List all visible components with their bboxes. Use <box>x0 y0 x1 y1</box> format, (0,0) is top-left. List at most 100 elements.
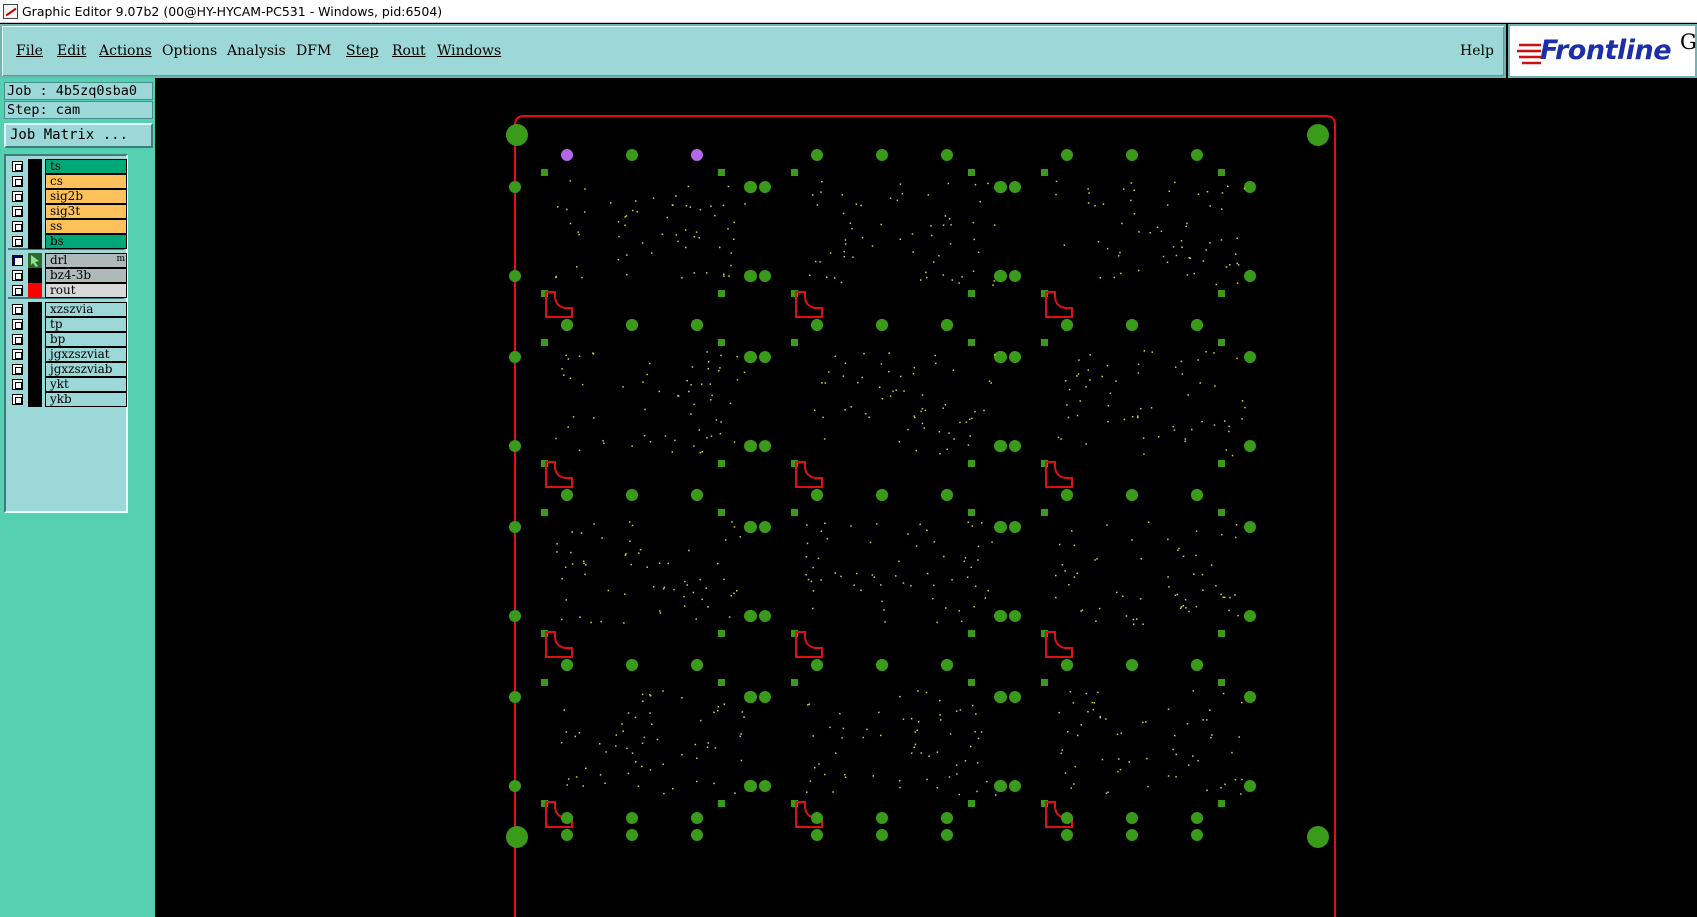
layer-color-swatch[interactable] <box>28 174 42 189</box>
via-dot <box>1107 420 1109 423</box>
layer-color-swatch[interactable] <box>28 332 42 347</box>
layer-checkbox[interactable] <box>12 304 23 315</box>
layer-checkbox[interactable] <box>12 176 23 187</box>
menu-analysis[interactable]: Analysis <box>227 43 286 59</box>
job-name-field: Job : 4b5zq0sba0 <box>4 82 153 100</box>
layer-color-swatch[interactable] <box>28 253 42 268</box>
via-dot <box>1220 593 1222 596</box>
layer-row-jgxzszviab[interactable]: jgxzszviab <box>9 362 127 377</box>
menu-help[interactable]: Help <box>1460 43 1494 59</box>
via-dot <box>1074 765 1077 768</box>
small-pad <box>968 630 975 637</box>
layer-checkbox[interactable] <box>12 161 23 172</box>
layer-color-swatch[interactable] <box>28 302 42 317</box>
small-pad <box>718 800 725 807</box>
layer-row-ss[interactable]: ss <box>9 219 127 234</box>
menu-windows[interactable]: Windows <box>437 43 501 59</box>
layer-name[interactable]: sig3t <box>45 204 127 219</box>
layer-name[interactable]: rout <box>45 283 127 298</box>
layer-checkbox[interactable] <box>12 270 23 281</box>
layer-row-bp[interactable]: bp <box>9 332 127 347</box>
layer-name[interactable]: jgxzszviat <box>45 347 127 362</box>
menu-file[interactable]: File <box>16 43 43 59</box>
pcb-board-view[interactable] <box>155 78 1697 917</box>
layer-name[interactable]: sig2b <box>45 189 127 204</box>
layer-color-swatch[interactable] <box>28 347 42 362</box>
menu-dfm[interactable]: DFM <box>296 43 331 59</box>
layer-color-swatch[interactable] <box>28 283 42 298</box>
layer-checkbox[interactable] <box>12 221 23 232</box>
layer-checkbox[interactable] <box>12 319 23 330</box>
menu-rout[interactable]: Rout <box>392 43 426 59</box>
pad <box>759 270 771 282</box>
layer-checkbox[interactable] <box>12 191 23 202</box>
via-dot <box>602 440 604 442</box>
layer-row-ykt[interactable]: ykt <box>9 377 127 392</box>
layer-name[interactable]: cs <box>45 174 127 189</box>
via-dot <box>1092 708 1095 711</box>
layer-name[interactable]: jgxzszviab <box>45 362 127 377</box>
layer-color-swatch[interactable] <box>28 159 42 174</box>
layer-row-xzszvia[interactable]: xzszvia <box>9 302 127 317</box>
layer-row-sig3t[interactable]: sig3t <box>9 204 127 219</box>
layer-row-bz4-3b[interactable]: bz4-3b <box>9 268 127 283</box>
layer-checkbox[interactable] <box>12 334 23 345</box>
layer-name[interactable]: ykb <box>45 392 127 407</box>
layer-color-swatch[interactable] <box>28 317 42 332</box>
layer-name[interactable]: drl <box>45 253 127 268</box>
via-dot <box>731 521 733 523</box>
menu-actions[interactable]: Actions <box>99 43 152 59</box>
layer-name[interactable]: ts <box>45 159 127 174</box>
layer-checkbox[interactable] <box>12 285 23 296</box>
layer-checkbox[interactable] <box>12 255 23 266</box>
layer-row-jgxzszviat[interactable]: jgxzszviat <box>9 347 127 362</box>
layer-name[interactable]: xzszvia <box>45 302 127 317</box>
layer-color-swatch[interactable] <box>28 362 42 377</box>
layer-row-sig2b[interactable]: sig2b <box>9 189 127 204</box>
tooling-hole <box>1307 124 1329 146</box>
pad <box>509 270 521 282</box>
via-dot <box>1130 199 1132 202</box>
layer-color-swatch[interactable] <box>28 268 42 283</box>
layer-checkbox[interactable] <box>12 394 23 405</box>
layer-color-swatch[interactable] <box>28 189 42 204</box>
via-dot <box>1146 757 1148 760</box>
layer-checkbox[interactable] <box>12 364 23 375</box>
job-matrix-button[interactable]: Job Matrix ... <box>4 123 153 148</box>
layer-row-tp[interactable]: tp <box>9 317 127 332</box>
menu-step[interactable]: Step <box>346 43 378 59</box>
layer-name[interactable]: tp <box>45 317 127 332</box>
menu-edit[interactable]: Edit <box>57 43 86 59</box>
via-dot <box>1182 555 1185 558</box>
layer-checkbox[interactable] <box>12 236 23 247</box>
layer-name[interactable]: bz4-3b <box>45 268 127 283</box>
layer-color-swatch[interactable] <box>28 219 42 234</box>
layer-row-drl[interactable]: drl m <box>9 253 127 268</box>
via-dot <box>637 785 640 787</box>
via-dot <box>1236 262 1238 265</box>
layer-row-rout[interactable]: rout <box>9 283 127 298</box>
graphic-canvas[interactable] <box>155 78 1697 917</box>
layer-name[interactable]: ykt <box>45 377 127 392</box>
layer-color-swatch[interactable] <box>28 204 42 219</box>
layer-color-swatch[interactable] <box>28 377 42 392</box>
via-dot <box>675 195 677 197</box>
layer-checkbox[interactable] <box>12 349 23 360</box>
layer-checkbox[interactable] <box>12 206 23 217</box>
layer-name[interactable]: bp <box>45 332 127 347</box>
layer-name[interactable]: ss <box>45 219 127 234</box>
via-dot <box>1063 244 1066 246</box>
via-dot <box>924 409 927 412</box>
via-dot <box>1087 369 1090 371</box>
layer-color-swatch[interactable] <box>28 234 42 249</box>
small-pad <box>968 290 975 297</box>
layer-checkbox[interactable] <box>12 379 23 390</box>
layer-row-ts[interactable]: ts <box>9 159 127 174</box>
layer-row-cs[interactable]: cs <box>9 174 127 189</box>
layer-row-bs[interactable]: bs <box>9 234 127 249</box>
layer-color-swatch[interactable] <box>28 392 42 407</box>
via-dot <box>1172 748 1174 751</box>
layer-name[interactable]: bs <box>45 234 127 249</box>
layer-row-ykb[interactable]: ykb <box>9 392 127 407</box>
menu-options[interactable]: Options <box>162 43 217 59</box>
